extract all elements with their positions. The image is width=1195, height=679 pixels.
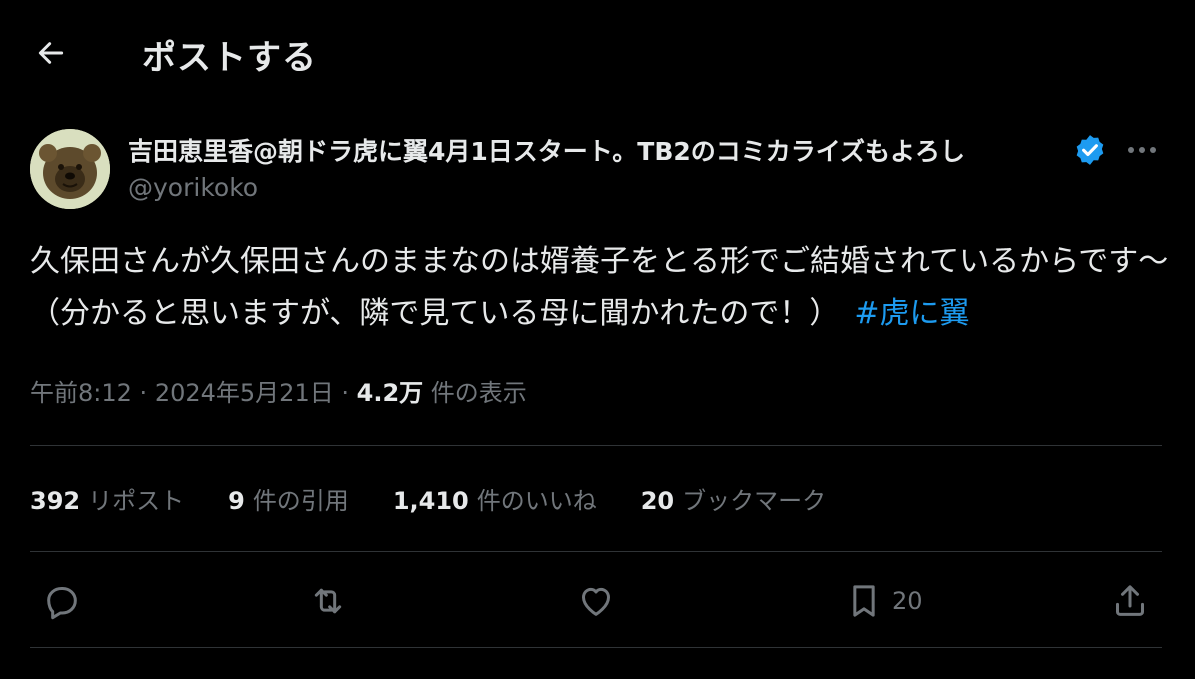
stat-count: 392 — [30, 487, 81, 515]
more-options-button[interactable] — [1124, 135, 1160, 165]
stat-count: 9 — [228, 487, 245, 515]
tweet-time[interactable]: 午前8:12 — [30, 379, 132, 407]
author-handle[interactable]: @yorikoko — [128, 173, 258, 202]
stat-label: ブックマーク — [682, 487, 827, 515]
views-label: 件の表示 — [430, 379, 527, 407]
page-title: ポストする — [142, 38, 317, 78]
reply-icon — [47, 587, 77, 620]
meta-separator: · — [139, 379, 148, 407]
hashtag-link[interactable]: #虎に翼 — [854, 296, 969, 331]
back-button[interactable] — [32, 34, 70, 72]
divider — [30, 445, 1162, 446]
engagement-stats: 392 リポスト 9 件の引用 1,410 件のいいね 20 ブックマーク — [30, 481, 870, 516]
stat-count: 20 — [640, 487, 675, 515]
divider — [30, 551, 1162, 552]
action-bar: 20 — [0, 575, 1195, 627]
tweet-text: 久保田さんが久保田さんのままなのは婿養子をとる形でご結婚されているからです〜（分… — [30, 236, 1170, 340]
author-name-row[interactable]: 吉田恵里香@朝ドラ虎に翼4月1日スタート。TB2のコミカライズもよろし — [128, 132, 1078, 168]
reply-button[interactable] — [42, 575, 82, 627]
share-button[interactable] — [1110, 575, 1150, 627]
bookmark-count: 20 — [892, 587, 923, 615]
stat-quotes[interactable]: 9 件の引用 — [228, 481, 349, 516]
bookmark-icon — [853, 585, 875, 617]
views-count: 4.2万 — [356, 379, 424, 407]
repost-button[interactable] — [308, 575, 348, 627]
meta-separator: · — [341, 379, 349, 407]
back-arrow-icon — [38, 42, 64, 64]
avatar-image — [30, 129, 110, 209]
more-icon — [1128, 147, 1156, 153]
tweet-meta: 午前8:12 · 2024年5月21日 · 4.2万 件の表示 — [30, 373, 527, 408]
stat-label: リポスト — [88, 487, 185, 515]
top-bar: ポストする — [0, 0, 1195, 104]
stat-label: 件のいいね — [476, 487, 597, 515]
divider — [30, 647, 1162, 648]
stat-label: 件の引用 — [252, 487, 349, 515]
tweet-body: 久保田さんが久保田さんのままなのは婿養子をとる形でご結婚されているからです〜（分… — [30, 244, 1169, 331]
stat-count: 1,410 — [392, 487, 469, 515]
author-display-name[interactable]: 吉田恵里香@朝ドラ虎に翼4月1日スタート。TB2のコミカライズもよろし — [128, 132, 965, 168]
share-icon — [1116, 585, 1144, 616]
stat-reposts[interactable]: 392 リポスト — [30, 481, 184, 516]
like-icon — [582, 587, 610, 616]
stat-likes[interactable]: 1,410 件のいいね — [393, 481, 597, 516]
tweet-date[interactable]: 2024年5月21日 — [155, 379, 334, 407]
avatar[interactable] — [30, 129, 110, 209]
bookmark-button[interactable]: 20 — [844, 575, 923, 627]
stat-bookmarks[interactable]: 20 ブックマーク — [641, 481, 826, 516]
like-button[interactable] — [576, 575, 616, 627]
verified-badge-icon[interactable] — [1073, 133, 1107, 167]
repost-icon — [314, 588, 342, 614]
